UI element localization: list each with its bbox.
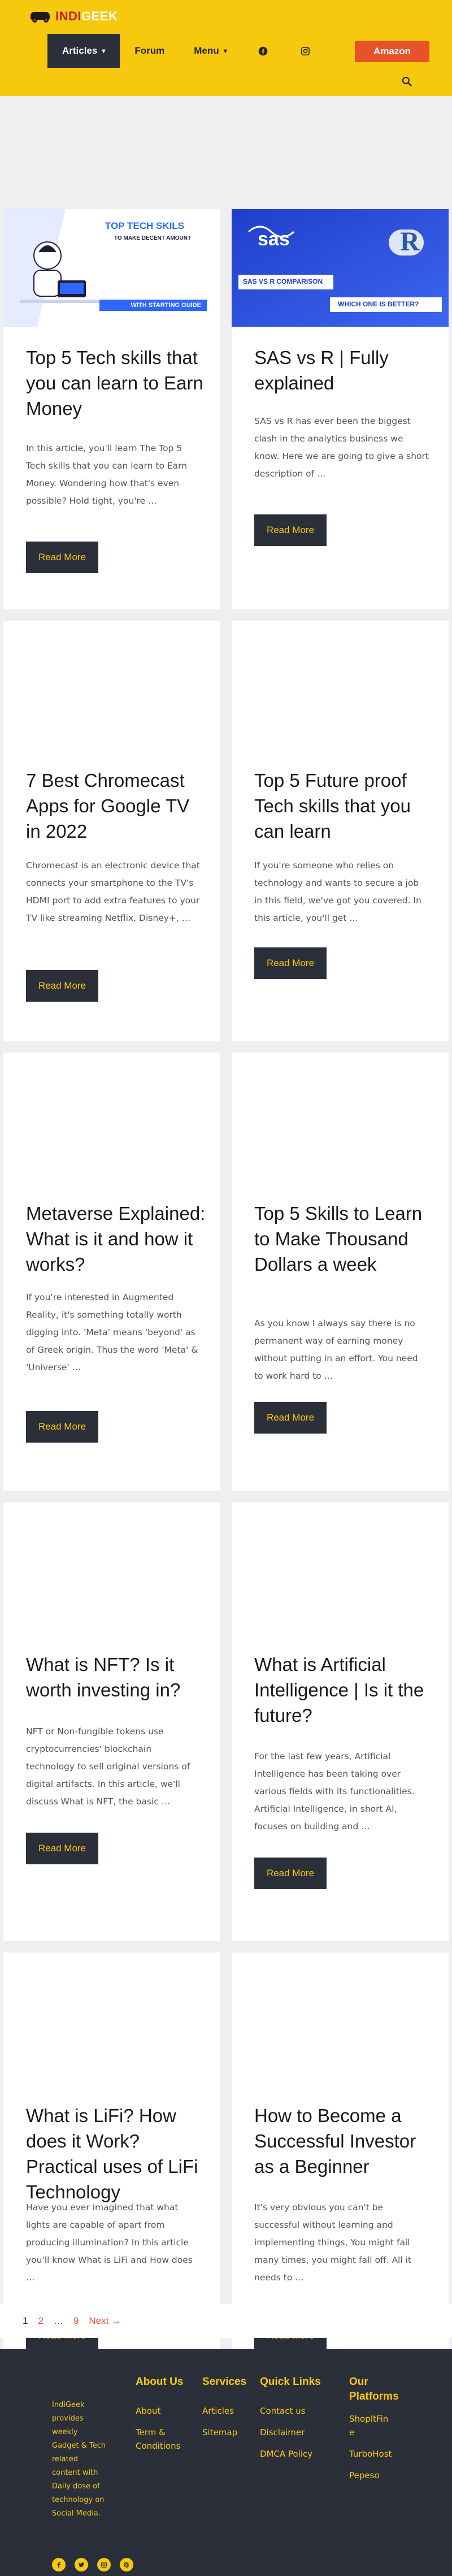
footer-link-contact[interactable]: Contact us <box>260 2404 345 2418</box>
footer-column-platforms: Our Platforms ShopItFine TurboHost Pepes… <box>349 2375 399 2482</box>
post-card: 7 Best Chromecast Apps for Google TV in … <box>3 621 220 1041</box>
page-link[interactable]: 9 <box>73 2315 79 2327</box>
nav-item-label: Menu <box>194 45 219 56</box>
post-card: TOP TECH SKILS TO MAKE DECENT AMOUNT WIT… <box>3 209 220 609</box>
post-card: Metaverse Explained: What is it and how … <box>3 1053 220 1491</box>
post-card: sas R SAS VS R COMPARISON WHICH ONE IS B… <box>232 209 449 609</box>
footer-social <box>52 2558 133 2571</box>
post-card: Top 5 Future proof Tech skills that you … <box>232 621 449 1041</box>
chevron-down-icon: ▾ <box>102 47 106 55</box>
thumbnail-title: TOP TECH SKILS <box>105 220 185 231</box>
nav-item-menu[interactable]: Menu ▾ <box>179 34 241 68</box>
post-excerpt: Have you ever imagined that what lights … <box>26 2202 193 2283</box>
footer-about-text: IndiGeek provides weekly Gadget & Tech r… <box>52 2401 106 2518</box>
footer-link-articles[interactable]: Articles <box>202 2404 259 2418</box>
post-excerpt: NFT or Non-fungible tokens use cryptocur… <box>26 1726 190 1807</box>
footer-link-sitemap[interactable]: Sitemap <box>202 2426 259 2439</box>
post-title[interactable]: What is LiFi? How does it Work? Practica… <box>26 2103 207 2205</box>
facebook-icon[interactable] <box>52 2558 66 2571</box>
page-link[interactable]: 2 <box>38 2315 43 2327</box>
read-more-button[interactable]: Read More <box>254 514 327 546</box>
thumbnail-subtitle: TO MAKE DECENT AMOUNT <box>114 235 192 241</box>
post-title[interactable]: 7 Best Chromecast Apps for Google TV in … <box>26 768 207 844</box>
post-title[interactable]: What is NFT? Is it worth investing in? <box>26 1652 207 1703</box>
post-excerpt: SAS vs R has ever been the biggest clash… <box>254 416 429 479</box>
page-ellipsis: … <box>53 2315 63 2326</box>
footer-link-turbohost[interactable]: TurboHost <box>349 2447 393 2461</box>
post-excerpt: As you know I always say there is no per… <box>254 1318 418 1381</box>
post-title[interactable]: Top 5 Tech skills that you can learn to … <box>26 345 207 421</box>
site-logo[interactable]: INDIGEEK <box>29 9 118 24</box>
post-title[interactable]: Top 5 Future proof Tech skills that you … <box>254 768 435 844</box>
post-card: Top 5 Skills to Learn to Make Thousand D… <box>232 1053 449 1491</box>
post-thumbnail[interactable]: sas R SAS VS R COMPARISON WHICH ONE IS B… <box>232 209 449 327</box>
read-more-button[interactable]: Read More <box>254 947 327 979</box>
post-excerpt: It's very obvious you can't be successfu… <box>254 2202 411 2283</box>
footer-link-about[interactable]: About <box>136 2404 194 2418</box>
read-more-button[interactable]: Read More <box>26 1411 98 1443</box>
amazon-button[interactable]: Amazon <box>355 41 429 62</box>
post-title[interactable]: Metaverse Explained: What is it and how … <box>26 1201 207 1277</box>
car-logo-icon <box>29 10 52 23</box>
logo-text: INDIGEEK <box>55 9 118 23</box>
sas-logo: sas <box>258 228 290 250</box>
nav-item-label: Articles <box>62 45 98 56</box>
instagram-icon[interactable] <box>97 2558 111 2571</box>
site-header: INDIGEEK Articles ▾ Forum Menu ▾ Amazon <box>0 0 452 96</box>
instagram-icon[interactable] <box>284 34 327 68</box>
main-nav: Articles ▾ Forum Menu ▾ <box>47 34 327 68</box>
post-excerpt: If you're interested in Augmented Realit… <box>26 1292 198 1373</box>
footer-column-quick-links: Quick Links Contact us Disclaimer DMCA P… <box>260 2375 345 2461</box>
pagination: 1 2 … 9 Next → <box>0 2304 452 2338</box>
footer-link-disclaimer[interactable]: Disclaimer <box>260 2426 345 2439</box>
thumbnail-tag: SAS VS R COMPARISON <box>243 278 323 285</box>
post-title[interactable]: What is Artificial Intelligence | Is it … <box>254 1652 435 1728</box>
nav-item-label: Forum <box>134 45 165 56</box>
footer-heading: Our Platforms <box>349 2376 399 2402</box>
chevron-down-icon: ▾ <box>223 47 227 55</box>
post-excerpt: In this article, you'll learn The Top 5 … <box>26 443 188 506</box>
read-more-button[interactable]: Read More <box>254 1402 327 1434</box>
read-more-button[interactable]: Read More <box>26 970 98 1002</box>
footer-link-pepeso[interactable]: Pepeso <box>349 2469 393 2482</box>
post-title[interactable]: Top 5 Skills to Learn to Make Thousand D… <box>254 1201 435 1277</box>
post-title[interactable]: SAS vs R | Fully explained <box>254 345 435 396</box>
read-more-button[interactable]: Read More <box>26 1833 98 1864</box>
nav-item-articles[interactable]: Articles ▾ <box>47 34 120 68</box>
footer-link-dmca[interactable]: DMCA Policy <box>260 2447 345 2461</box>
footer-column-services: Services Articles Sitemap <box>202 2375 259 2439</box>
next-page-link[interactable]: Next → <box>89 2315 121 2327</box>
footer-link-terms[interactable]: Term & Conditions <box>136 2426 194 2453</box>
thumbnail-badge: WITH STARTING GUIDE <box>99 300 207 311</box>
post-title[interactable]: How to Become a Successful Investor as a… <box>254 2103 435 2179</box>
footer-link-shopitfine[interactable]: ShopItFine <box>349 2412 393 2439</box>
post-excerpt: For the last few years, Artificial Intel… <box>254 1751 415 1832</box>
page-link-current: 1 <box>23 2315 28 2326</box>
twitter-icon[interactable] <box>75 2558 88 2571</box>
footer-column-about: About Us About Term & Conditions <box>136 2375 194 2453</box>
thumbnail-tag: WHICH ONE IS BETTER? <box>338 300 419 308</box>
footer-heading: Services <box>202 2376 247 2388</box>
post-thumbnail[interactable]: TOP TECH SKILS TO MAKE DECENT AMOUNT WIT… <box>3 209 220 327</box>
read-more-button[interactable]: Read More <box>254 1858 327 1889</box>
facebook-icon[interactable] <box>242 34 284 68</box>
footer-heading: About Us <box>136 2376 184 2388</box>
post-excerpt: If you're someone who relies on technolo… <box>254 860 421 923</box>
search-icon[interactable] <box>401 76 412 87</box>
footer-heading: Quick Links <box>260 2376 321 2388</box>
pinterest-icon[interactable] <box>120 2558 133 2571</box>
nav-item-forum[interactable]: Forum <box>120 34 179 68</box>
site-footer: IndiGeek provides weekly Gadget & Tech r… <box>0 2349 452 2576</box>
post-card: What is NFT? Is it worth investing in? N… <box>3 1503 220 1941</box>
posts-grid: TOP TECH SKILS TO MAKE DECENT AMOUNT WIT… <box>0 96 452 2391</box>
r-logo: R <box>400 227 420 257</box>
post-excerpt: Chromecast is an electronic device that … <box>26 860 200 923</box>
post-card: What is Artificial Intelligence | Is it … <box>232 1503 449 1941</box>
read-more-button[interactable]: Read More <box>26 542 98 573</box>
